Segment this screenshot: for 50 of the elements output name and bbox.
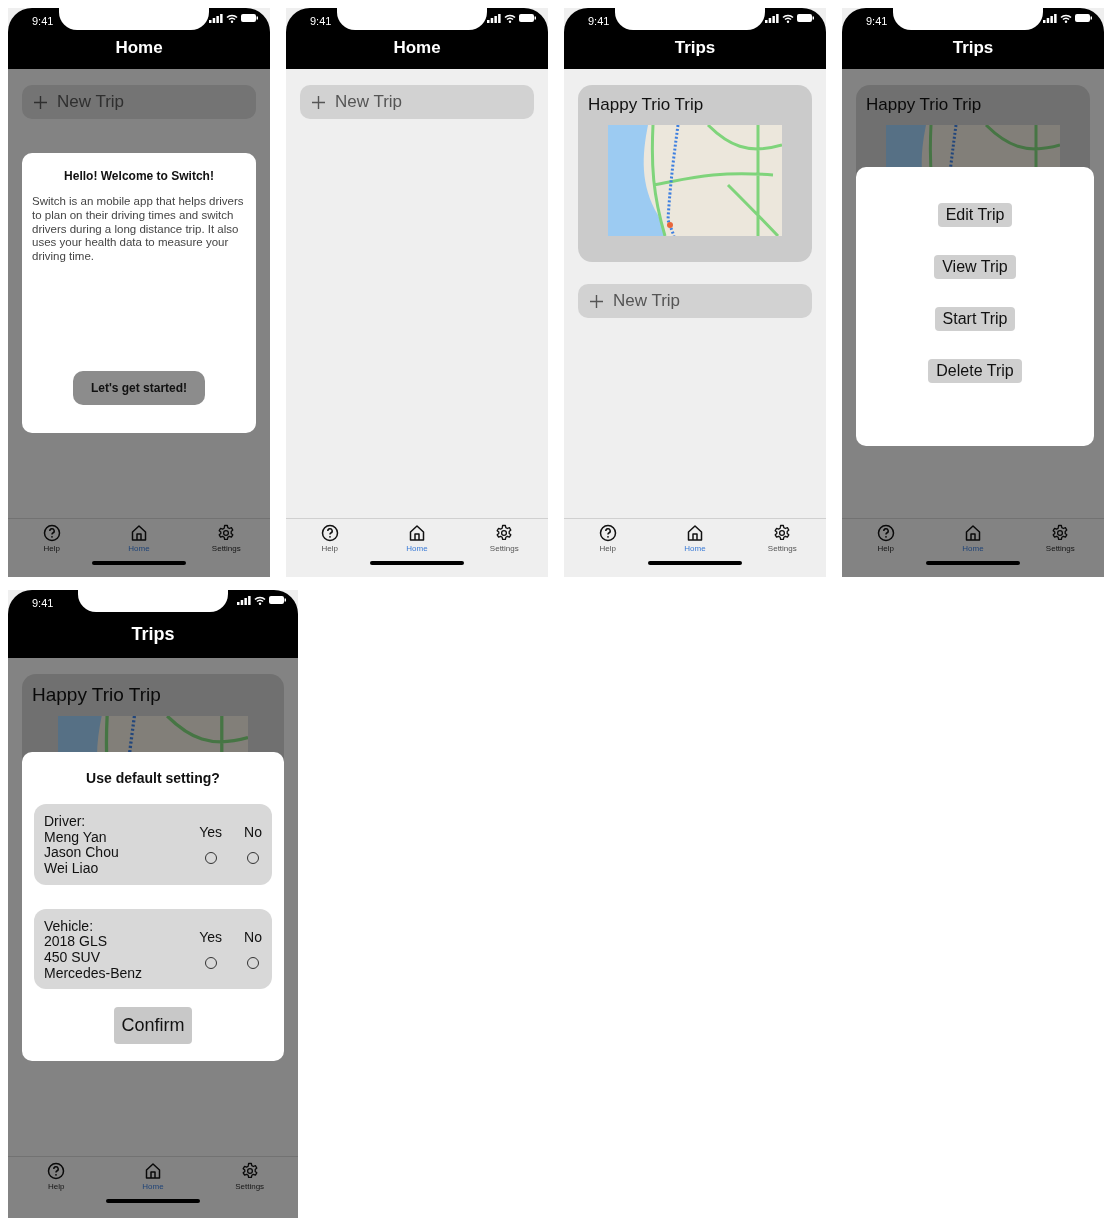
dialog-message: Switch is an mobile app that helps drivers to plan on their driving times and switch drivers during a long distance trip. It also uses your health data to measure your driving time. — [32, 195, 245, 264]
radio-option[interactable]: Yes — [199, 928, 223, 982]
tab-item[interactable]: Home — [670, 524, 720, 553]
setting-text: 450 SUV — [44, 950, 102, 966]
new-trip-button[interactable]: New Trip — [22, 85, 256, 119]
dialog-title: Hello! Welcome to Switch! — [64, 169, 214, 183]
screen-title: Home — [114, 38, 164, 58]
screen-title: Trips — [951, 38, 995, 58]
screen-title: Home — [392, 38, 442, 58]
radio-option[interactable]: Yes — [199, 824, 223, 877]
confirm-button[interactable]: Confirm — [114, 1007, 192, 1045]
setting-text: Jason Chou — [44, 845, 119, 861]
setting-text: 2018 GLS — [44, 934, 109, 951]
trip-card[interactable]: Happy Trio Trip — [578, 85, 812, 262]
status-time: 9:41 — [31, 596, 55, 611]
dialog-title: Use default setting? — [86, 770, 220, 786]
tab-item[interactable]: Home — [392, 524, 442, 553]
tab-item[interactable]: Settings — [757, 524, 808, 553]
trip-action-button[interactable]: Start Trip — [934, 307, 1016, 331]
trip-name: Happy Trio Trip — [866, 95, 983, 115]
radio-option[interactable]: No — [244, 824, 262, 877]
screen-title: Trips — [673, 38, 717, 58]
trip-action-button[interactable]: Edit Trip — [937, 203, 1013, 227]
tab-item[interactable]: Help — [860, 524, 911, 553]
tab-item[interactable]: Help — [304, 524, 355, 553]
status-time: 9:41 — [587, 14, 611, 29]
tab-item[interactable]: Settings — [201, 524, 252, 553]
tab-item[interactable]: Settings — [479, 524, 530, 553]
trip-action-button[interactable]: View Trip — [934, 255, 1016, 279]
tab-item[interactable]: Help — [26, 524, 77, 553]
setting-text: Wei Liao — [44, 861, 100, 877]
tab-item[interactable]: Help — [582, 524, 633, 553]
trip-action-button[interactable]: Delete Trip — [928, 359, 1022, 383]
trip-name: Happy Trio Trip — [32, 684, 162, 706]
status-time: 9:41 — [309, 14, 333, 29]
radio-option[interactable]: No — [244, 928, 262, 982]
status-time: 9:41 — [865, 14, 889, 29]
tab-item[interactable]: Settings — [1035, 524, 1086, 553]
status-time: 9:41 — [31, 14, 55, 29]
screen-title: Trips — [130, 624, 176, 645]
tab-item[interactable]: Settings — [224, 1162, 275, 1191]
setting-text: Vehicle: — [44, 918, 95, 935]
setting-text: Driver: — [44, 814, 87, 830]
trip-name: Happy Trio Trip — [588, 95, 705, 115]
new-trip-button[interactable]: New Trip — [578, 284, 812, 318]
tab-item[interactable]: Help — [31, 1162, 82, 1191]
setting-text: Mercedes-Benz — [44, 965, 143, 982]
setting-text: Meng Yan — [44, 829, 108, 846]
get-started-button[interactable]: Let's get started! — [72, 371, 206, 405]
new-trip-button[interactable]: New Trip — [300, 85, 534, 119]
